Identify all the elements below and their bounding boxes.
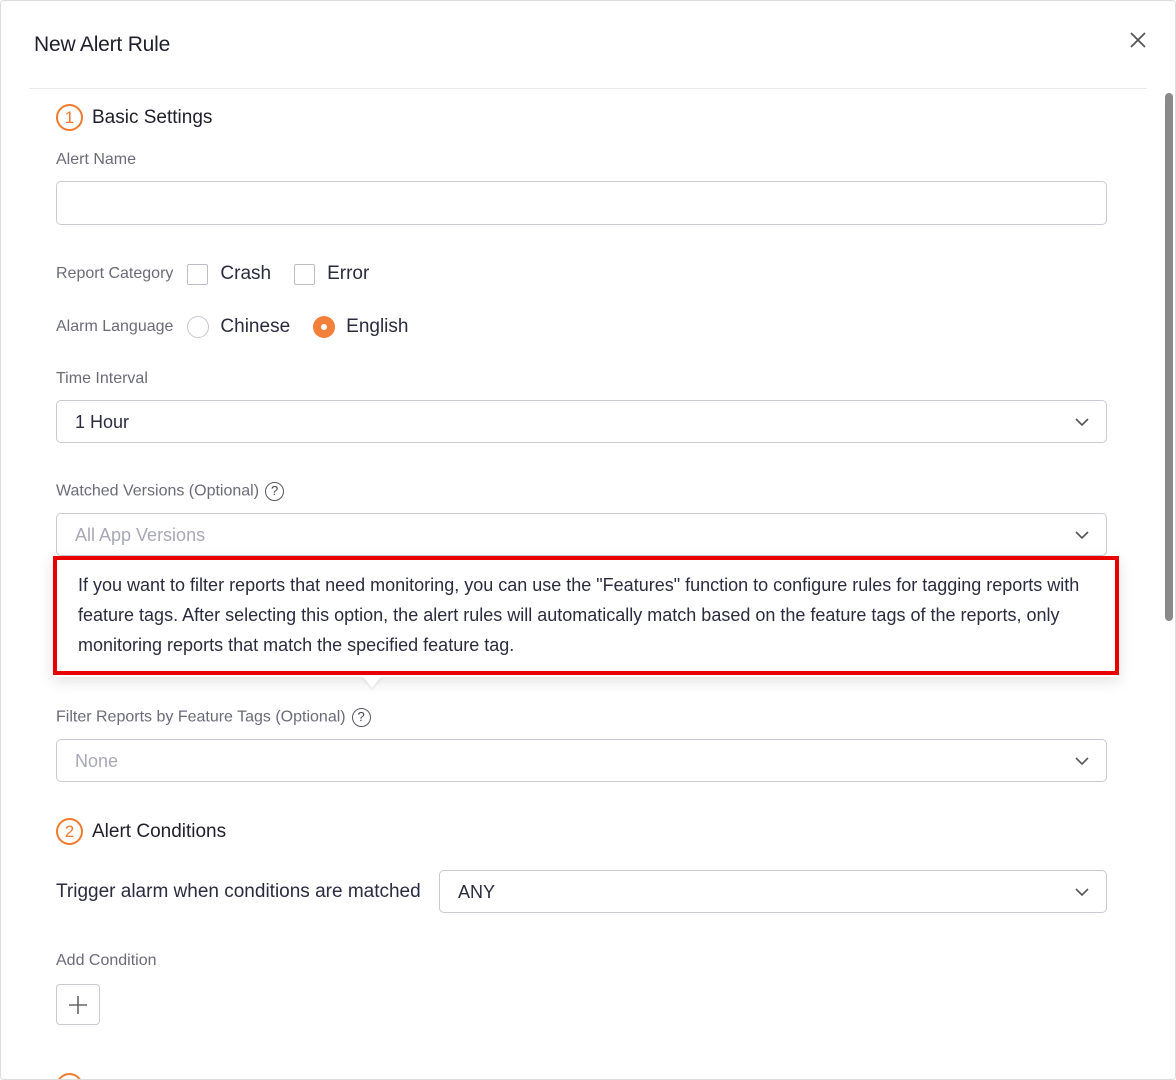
step-number-badge: 3 [56,1073,83,1079]
filter-tags-select[interactable]: None [56,739,1107,782]
crash-label[interactable]: Crash [220,263,271,285]
step-number-badge: 2 [56,818,83,845]
question-circle-icon[interactable]: ? [265,482,285,501]
alert-name-label: Alert Name [56,151,137,168]
trigger-match-select[interactable]: ANY [439,870,1107,913]
alert-name-input[interactable] [56,181,1107,225]
report-category-label: Report Category [56,265,174,282]
new-alert-rule-dialog: New Alert Rule 1 Basic Settings Alert Na… [0,0,1176,1080]
filter-tags-placeholder: None [75,751,119,771]
time-interval-label: Time Interval [56,370,148,387]
chevron-down-icon [1075,888,1089,897]
english-label[interactable]: English [346,316,408,338]
dialog-header: New Alert Rule [1,1,1161,89]
add-condition-label: Add Condition [56,952,157,969]
crash-checkbox[interactable] [187,263,209,285]
report-category-row: Report Category Crash Error [56,263,392,285]
trigger-match-value: ANY [458,882,496,902]
chevron-down-icon [1075,757,1089,766]
feature-tags-tooltip: If you want to filter reports that need … [53,556,1119,677]
english-radio[interactable] [313,316,336,338]
step-alert-notification: 3 [56,1073,92,1079]
watched-versions-select[interactable]: All App Versions [56,513,1107,556]
question-circle-icon[interactable]: ? [351,708,371,727]
time-interval-value: 1 Hour [75,412,130,432]
chinese-radio[interactable] [187,316,210,338]
tooltip-text: If you want to filter reports that need … [78,575,1080,655]
step-basic-settings: 1 Basic Settings [56,104,212,131]
step-title: Basic Settings [92,106,213,128]
close-button[interactable] [1125,27,1151,53]
filter-tags-label-row: Filter Reports by Feature Tags (Optional… [56,708,371,727]
watched-versions-label: Watched Versions (Optional) [56,482,260,500]
watched-versions-placeholder: All App Versions [75,525,206,545]
alarm-language-row: Alarm Language Chinese English [56,316,431,338]
step-number-badge: 1 [56,104,83,131]
error-checkbox[interactable] [294,263,316,285]
step-alert-conditions: 2 Alert Conditions [56,818,226,845]
chinese-label[interactable]: Chinese [220,316,290,338]
trigger-label: Trigger alarm when conditions are matche… [56,881,421,902]
alarm-language-label: Alarm Language [56,318,174,335]
plus-icon [69,995,87,1014]
add-condition-button[interactable] [56,984,100,1025]
close-icon [1130,32,1146,48]
error-label[interactable]: Error [327,263,369,285]
scrollbar-thumb[interactable] [1165,93,1173,621]
chevron-down-icon [1075,418,1089,427]
watched-versions-label-row: Watched Versions (Optional)? [56,482,285,501]
header-divider [29,88,1147,89]
time-interval-select[interactable]: 1 Hour [56,400,1107,443]
dialog-title: New Alert Rule [34,33,171,56]
chevron-down-icon [1075,531,1089,540]
step-title: Alert Conditions [92,820,227,842]
tooltip-arrow [362,676,382,688]
filter-tags-label: Filter Reports by Feature Tags (Optional… [56,708,346,726]
